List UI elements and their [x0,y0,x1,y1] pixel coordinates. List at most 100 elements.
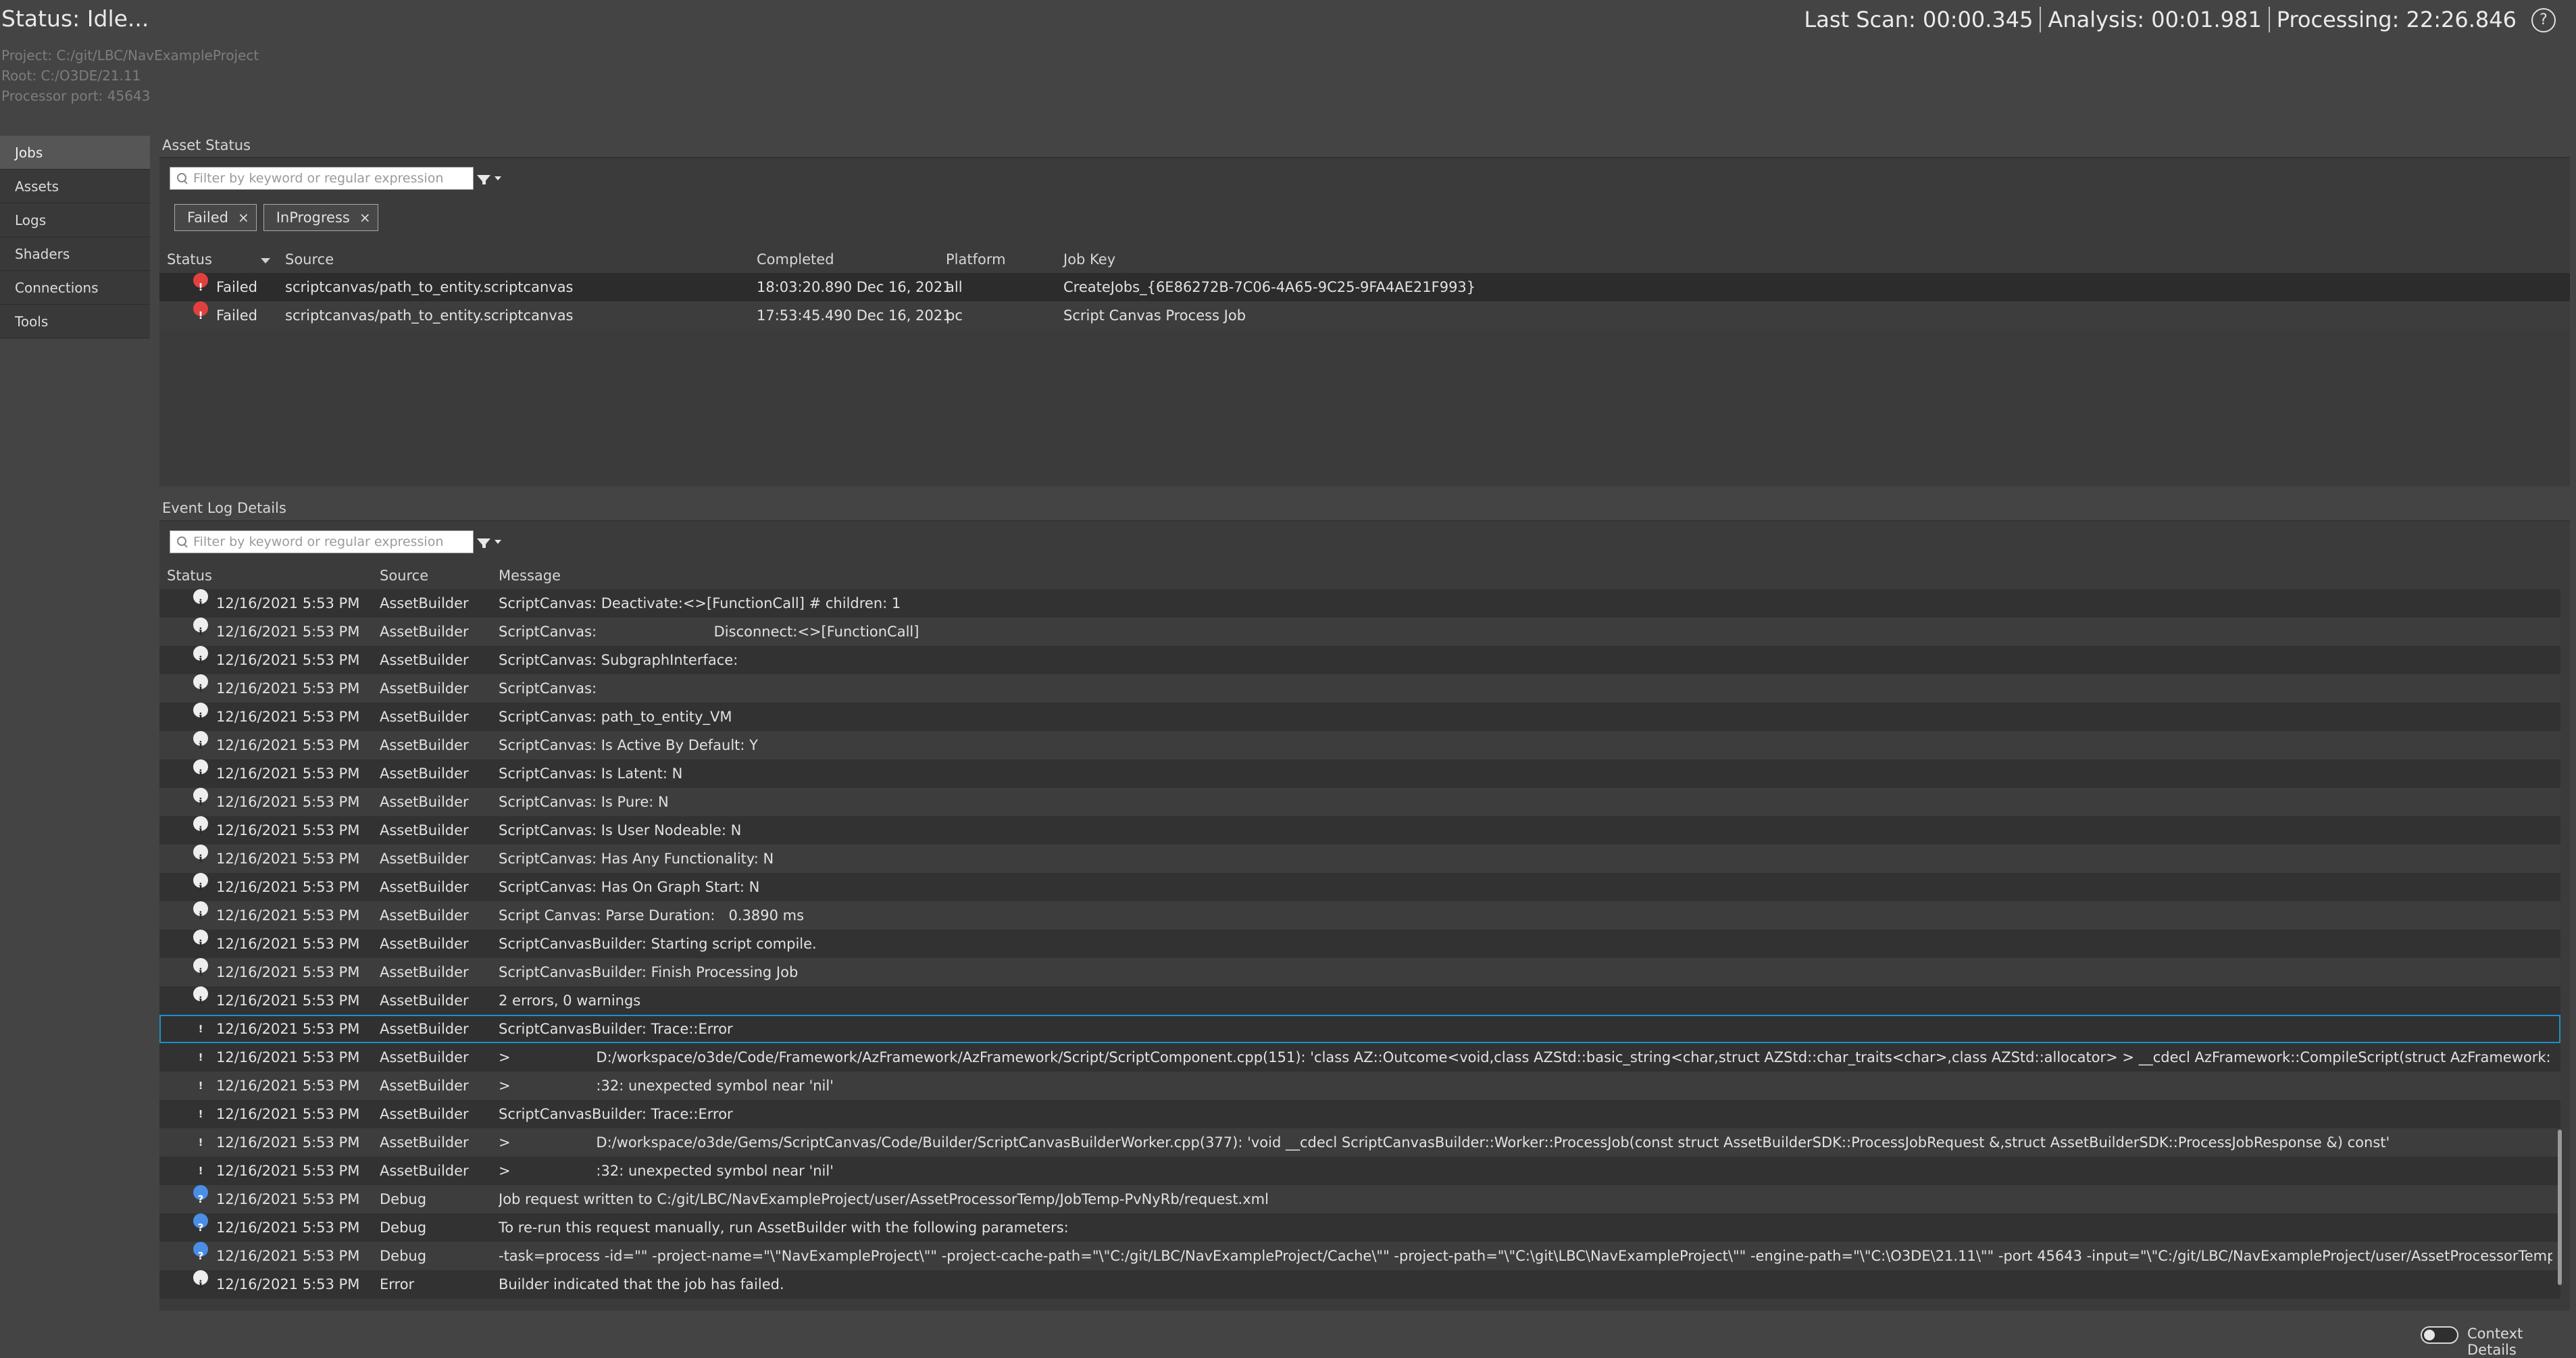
row-source: scriptcanvas/path_to_entity.scriptcanvas [285,279,574,295]
error-icon: ! [198,1023,203,1035]
col-status[interactable]: Status [167,568,212,584]
sidebar-item-assets[interactable]: Assets [0,170,150,203]
event-log-scrollbar[interactable] [2558,1130,2562,1285]
log-time: 12/16/2021 5:53 PM [216,822,360,838]
table-row[interactable]: ! Failed scriptcanvas/path_to_entity.scrip… [159,301,2570,330]
log-time: 12/16/2021 5:53 PM [216,765,360,782]
sidebar-item-shaders[interactable]: Shaders [0,237,150,271]
info-icon: i [193,873,208,893]
close-icon[interactable]: × [359,209,371,226]
log-source: AssetBuilder [380,709,469,725]
log-row[interactable]: i 12/16/2021 5:53 PM AssetBuilder ScriptCan… [159,674,2560,703]
header-bar: Status: Idle... Project: C:/git/LBC/NavE… [0,0,2576,135]
info-icon: i [193,816,208,836]
context-details-label: Context Details [2467,1326,2523,1358]
log-row[interactable]: i 12/16/2021 5:53 PM Error Builder indicate… [159,1270,2560,1299]
event-log-panel: Status Source Message i 12/16/2021 5:53 P… [159,520,2570,1311]
asset-filter-field[interactable] [170,167,474,190]
help-icon[interactable]: ? [2531,8,2556,32]
log-time: 12/16/2021 5:53 PM [216,992,360,1009]
row-source: scriptcanvas/path_to_entity.scriptcanvas [285,307,574,324]
log-row[interactable]: ? 12/16/2021 5:53 PM Debug Job request writ… [159,1185,2560,1213]
search-icon [177,536,188,547]
log-row[interactable]: ! 12/16/2021 5:53 PM AssetBuilder ScriptCan… [159,1100,2560,1128]
log-message: Job request written to C:/git/LBC/NavExa… [499,1191,1269,1207]
error-icon: ! [198,1108,203,1120]
sort-desc-icon[interactable] [261,258,270,263]
chevron-down-icon [495,540,501,544]
log-row[interactable]: ! 12/16/2021 5:53 PM AssetBuilder > D:/work… [159,1128,2560,1157]
log-source: AssetBuilder [380,737,469,753]
log-source: AssetBuilder [380,765,469,782]
log-row[interactable]: i 12/16/2021 5:53 PM AssetBuilder ScriptCan… [159,788,2560,816]
col-message[interactable]: Message [499,568,561,584]
log-row[interactable]: ! 12/16/2021 5:53 PM AssetBuilder > D:/work… [159,1043,2560,1072]
filter-chip-label: InProgress [276,209,350,226]
log-time: 12/16/2021 5:53 PM [216,964,360,980]
log-message: ScriptCanvas: Disconnect:<>[FunctionCall… [499,624,919,640]
col-job-key[interactable]: Job Key [1063,251,1115,268]
log-row[interactable]: ? 12/16/2021 5:53 PM Debug -task=process -i… [159,1242,2560,1270]
info-icon: i [193,788,208,808]
error-icon: ! [198,1136,203,1149]
log-row[interactable]: i 12/16/2021 5:53 PM AssetBuilder ScriptCan… [159,958,2560,986]
log-row[interactable]: i 12/16/2021 5:53 PM AssetBuilder ScriptCan… [159,618,2560,646]
log-time: 12/16/2021 5:53 PM [216,624,360,640]
log-message: ScriptCanvas: SubgraphInterface: [499,652,738,668]
log-message: > D:/workspace/o3de/Gems/ScriptCanvas/Co… [499,1134,2390,1151]
asset-status-panel: Failed × InProgress × Status Source Complet… [159,157,2570,486]
row-job-key: CreateJobs_{6E86272B-7C06-4A65-9C25-9FA4… [1063,279,1476,295]
log-row[interactable]: ! 12/16/2021 5:53 PM AssetBuilder ScriptCan… [159,1015,2560,1043]
sidebar-item-logs[interactable]: Logs [0,203,150,237]
sidebar-item-tools[interactable]: Tools [0,305,150,338]
col-completed[interactable]: Completed [757,251,834,268]
log-row[interactable]: i 12/16/2021 5:53 PM AssetBuilder ScriptCan… [159,703,2560,731]
info-icon: i [193,589,208,609]
log-filter-field[interactable] [170,530,474,553]
col-source[interactable]: Source [285,251,334,268]
log-message: ScriptCanvas: Has On Graph Start: N [499,879,760,895]
log-time: 12/16/2021 5:53 PM [216,595,360,611]
log-message: ScriptCanvas: path_to_entity_VM [499,709,732,725]
log-message: ScriptCanvas: [499,680,597,697]
row-completed: 17:53:45.490 Dec 16, 2021 [757,307,952,324]
debug-icon: ? [193,1213,208,1234]
log-row[interactable]: i 12/16/2021 5:53 PM AssetBuilder ScriptCan… [159,873,2560,901]
log-row[interactable]: i 12/16/2021 5:53 PM AssetBuilder 2 errors,… [159,986,2560,1015]
col-source[interactable]: Source [380,568,428,584]
log-filter-menu-button[interactable] [477,534,504,551]
log-row[interactable]: i 12/16/2021 5:53 PM AssetBuilder ScriptCan… [159,930,2560,958]
log-time: 12/16/2021 5:53 PM [216,1049,360,1065]
asset-filter-input[interactable] [193,171,463,186]
log-source: Debug [380,1219,427,1236]
log-row[interactable]: ! 12/16/2021 5:53 PM AssetBuilder > :32: un… [159,1157,2560,1185]
sidebar-item-connections[interactable]: Connections [0,271,150,305]
asset-filter-menu-button[interactable] [477,170,504,188]
log-row[interactable]: ! 12/16/2021 5:53 PM AssetBuilder > :32: un… [159,1072,2560,1100]
funnel-icon-stem [482,178,486,184]
log-message: > :32: unexpected symbol near 'nil' [499,1163,834,1179]
log-row[interactable]: i 12/16/2021 5:53 PM AssetBuilder Script Ca… [159,901,2560,930]
log-row[interactable]: i 12/16/2021 5:53 PM AssetBuilder ScriptCan… [159,816,2560,845]
log-row[interactable]: i 12/16/2021 5:53 PM AssetBuilder ScriptCan… [159,845,2560,873]
log-row[interactable]: i 12/16/2021 5:53 PM AssetBuilder ScriptCan… [159,646,2560,674]
log-row[interactable]: i 12/16/2021 5:53 PM AssetBuilder ScriptCan… [159,759,2560,788]
context-details-toggle[interactable] [2421,1326,2458,1344]
log-filter-input[interactable] [193,534,463,549]
log-source: AssetBuilder [380,1134,469,1151]
info-icon: i [193,930,208,950]
close-icon[interactable]: × [238,209,249,226]
row-job-key: Script Canvas Process Job [1063,307,1246,324]
log-row[interactable]: ? 12/16/2021 5:53 PM Debug To re-run this r… [159,1213,2560,1242]
table-row[interactable]: ! Failed scriptcanvas/path_to_entity.scrip… [159,273,2570,301]
sidebar-nav: Jobs Assets Logs Shaders Connections Tools [0,136,150,338]
log-row[interactable]: i 12/16/2021 5:53 PM AssetBuilder ScriptCan… [159,589,2560,618]
info-icon: i [193,674,208,695]
log-source: AssetBuilder [380,964,469,980]
col-platform[interactable]: Platform [946,251,1006,268]
log-message: Script Canvas: Parse Duration: 0.3890 ms [499,907,805,924]
col-status[interactable]: Status [167,251,212,268]
log-row[interactable]: i 12/16/2021 5:53 PM AssetBuilder ScriptCan… [159,731,2560,759]
info-icon: i [193,845,208,865]
sidebar-item-jobs[interactable]: Jobs [0,136,150,170]
